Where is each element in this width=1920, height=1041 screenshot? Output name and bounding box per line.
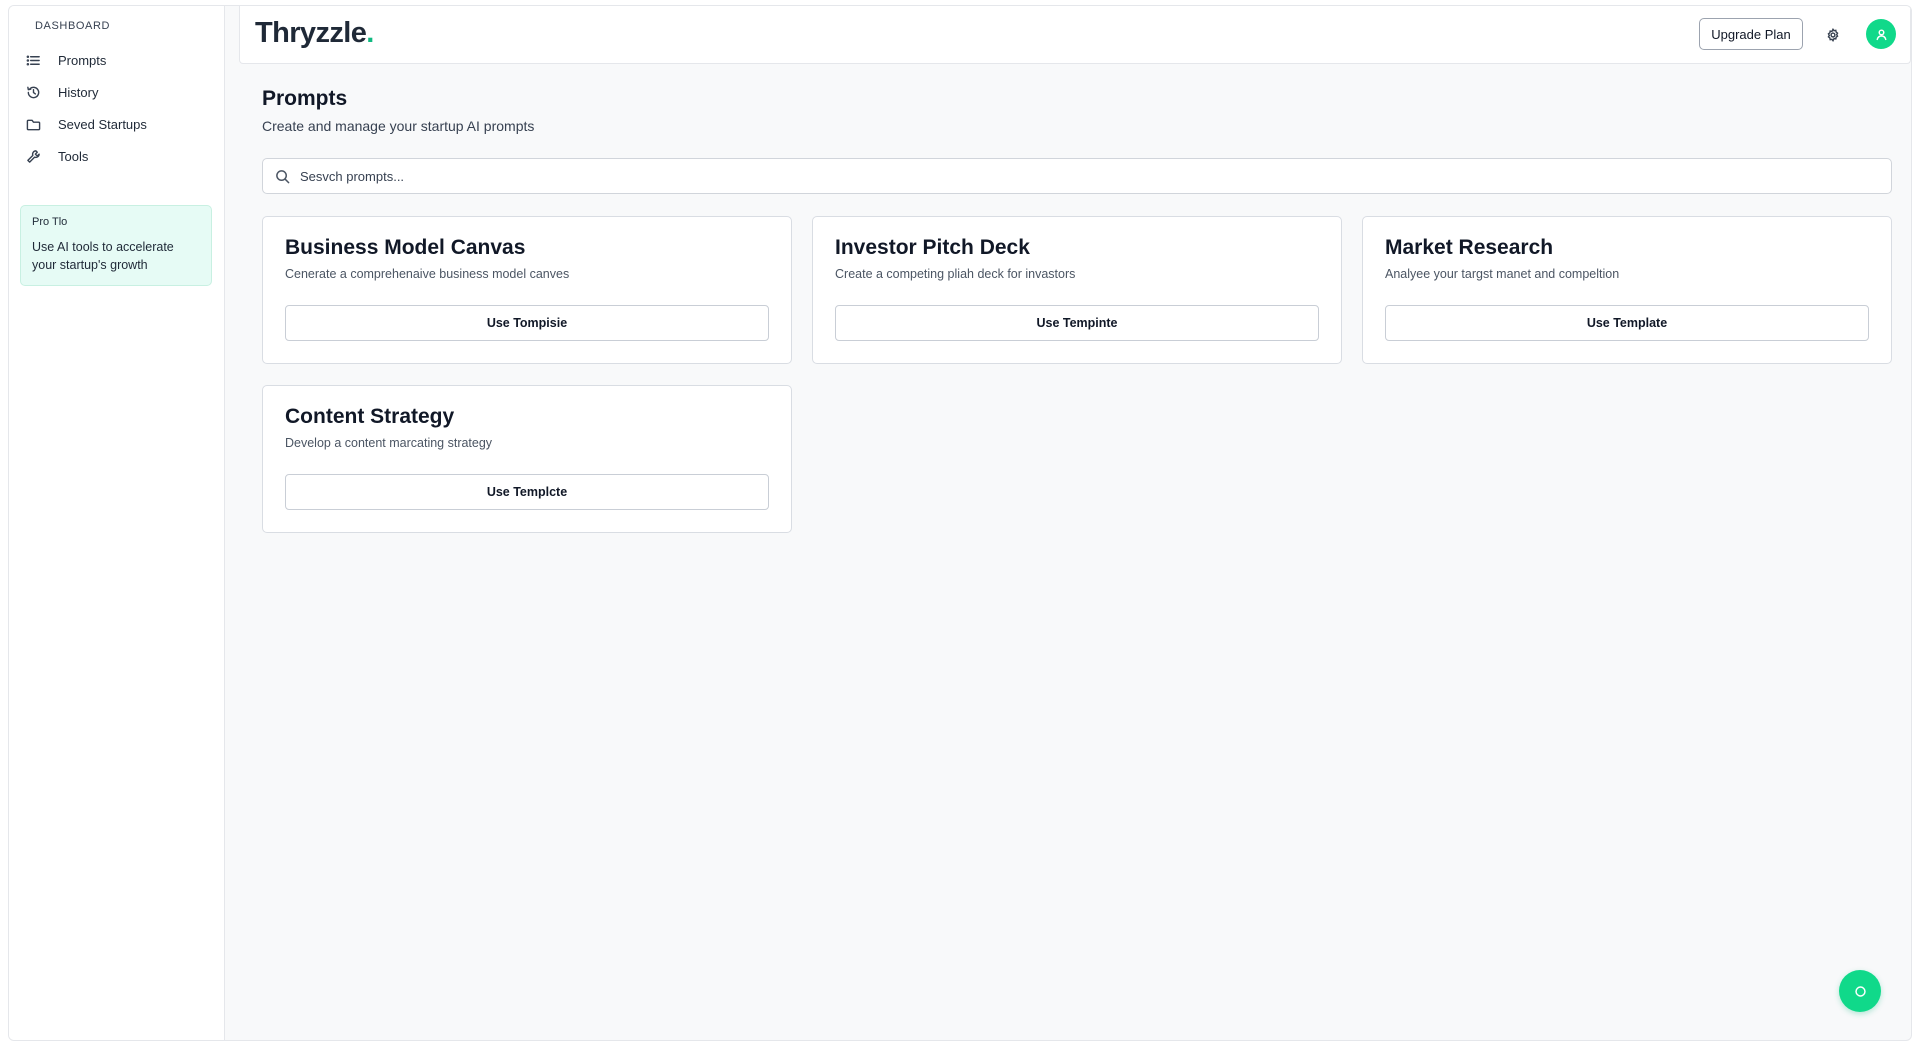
wrench-icon (23, 146, 43, 166)
user-avatar[interactable] (1866, 19, 1896, 49)
card-title: Content Strategy (285, 405, 455, 428)
sidebar-item-label: Seved Startups (58, 116, 147, 132)
card-description: Analyee your targst manet and compeltion (1385, 267, 1620, 281)
logo-text: Thryzzle (255, 17, 367, 49)
use-template-button[interactable]: Use Tompisie (285, 305, 769, 341)
top-bar: Thryzzle. Upgrade Plan (239, 6, 1911, 64)
sidebar-item-label: Prompts (58, 52, 107, 68)
card-title: Business Model Canvas (285, 236, 526, 259)
sidebar-item-saved-startups[interactable]: Seved Startups (9, 108, 224, 140)
pro-tip-title: Pro Tlo (32, 216, 68, 228)
sidebar: DASHBOARD Prompts History Seved Startups (9, 6, 225, 1040)
card-description: Cenerate a comprehenaive business model … (285, 267, 570, 281)
search-icon (276, 169, 290, 183)
chat-icon (1854, 985, 1866, 997)
use-template-button[interactable]: Use Template (1385, 305, 1869, 341)
sidebar-item-label: Tools (58, 148, 89, 164)
prompt-card-content-strategy: Content Strategy Develop a content marca… (262, 385, 792, 533)
search-input[interactable] (300, 168, 1880, 184)
page-subtitle: Create and manage your startup AI prompt… (262, 118, 535, 134)
upgrade-plan-button[interactable]: Upgrade Plan (1699, 18, 1803, 50)
app-window: DASHBOARD Prompts History Seved Startups (8, 5, 1912, 1041)
logo-dot: . (366, 17, 374, 49)
list-icon (23, 50, 43, 70)
gear-icon (1827, 28, 1839, 42)
card-description: Create a competing pliah deck for invast… (835, 267, 1076, 281)
chat-button[interactable] (1839, 970, 1881, 1012)
card-title: Investor Pitch Deck (835, 236, 1030, 259)
sidebar-item-label: History (58, 84, 99, 100)
search-bar (262, 158, 1892, 194)
use-template-button[interactable]: Use Templcte (285, 474, 769, 510)
prompt-card-market-research: Market Research Analyee your targst mane… (1362, 216, 1892, 364)
settings-button[interactable] (1823, 25, 1843, 45)
pro-tip-card: Pro Tlo Use AI tools to accelerate your … (20, 205, 212, 286)
sidebar-heading: DASHBOARD (35, 20, 111, 32)
use-template-button[interactable]: Use Tempinte (835, 305, 1319, 341)
user-icon (1876, 28, 1886, 40)
sidebar-item-tools[interactable]: Tools (9, 140, 224, 172)
prompt-card-investor-pitch-deck: Investor Pitch Deck Create a competing p… (812, 216, 1342, 364)
prompt-card-business-model-canvas: Business Model Canvas Cenerate a compreh… (262, 216, 792, 364)
page-title: Prompts (262, 87, 348, 110)
card-description: Develop a content marcating strategy (285, 436, 493, 450)
card-title: Market Research (1385, 236, 1554, 259)
folder-icon (23, 114, 43, 134)
sidebar-nav: Prompts History Seved Startups Tools (9, 44, 224, 172)
pro-tip-text: Use AI tools to accelerate your startup'… (32, 240, 174, 272)
history-icon (23, 82, 43, 102)
sidebar-item-history[interactable]: History (9, 76, 224, 108)
sidebar-item-prompts[interactable]: Prompts (9, 44, 224, 76)
logo[interactable]: Thryzzle. (255, 17, 374, 50)
